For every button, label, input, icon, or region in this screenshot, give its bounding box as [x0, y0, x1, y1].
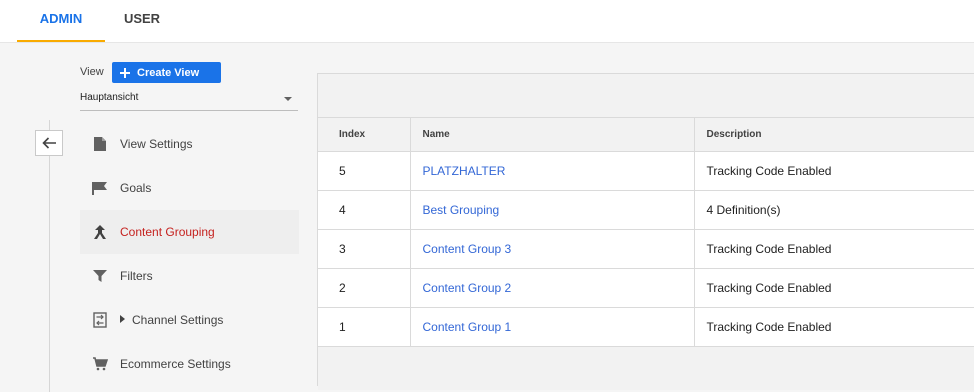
flag-icon: [80, 181, 120, 195]
chevron-down-icon: [284, 97, 292, 101]
grouping-name-link[interactable]: Content Group 2: [423, 281, 512, 295]
top-tab-bar: ADMIN USER: [0, 0, 974, 43]
menu-item-text: Channel Settings: [132, 313, 224, 327]
view-admin-menu: View Settings Goals Content Grouping Fil…: [80, 122, 299, 386]
menu-item-label: Content Grouping: [120, 225, 215, 239]
index-cell: 5: [318, 151, 410, 191]
content-grouping-icon: [80, 224, 120, 240]
tab-user[interactable]: USER: [112, 0, 172, 40]
column-header-name[interactable]: Name: [409, 118, 694, 152]
menu-item-label: Goals: [120, 181, 152, 195]
table-row: 1 Content Group 1 Tracking Code Enabled: [318, 307, 974, 347]
description-cell: 4 Definition(s): [693, 190, 974, 230]
description-cell: Tracking Code Enabled: [693, 229, 974, 269]
table-toolbar: [318, 74, 974, 118]
filter-icon: [80, 269, 120, 283]
expand-arrow-icon: [120, 315, 125, 323]
menu-item-filters[interactable]: Filters: [80, 254, 299, 298]
back-button[interactable]: [35, 130, 63, 156]
menu-item-label: Filters: [120, 269, 153, 283]
channel-settings-icon: [80, 312, 120, 328]
column-header-description[interactable]: Description: [693, 118, 974, 152]
tab-admin[interactable]: ADMIN: [17, 0, 105, 42]
menu-item-label: Ecommerce Settings: [120, 357, 231, 371]
index-cell: 3: [318, 229, 410, 269]
table-row: 2 Content Group 2 Tracking Code Enabled: [318, 268, 974, 308]
table-row: 4 Best Grouping 4 Definition(s): [318, 190, 974, 230]
table-header-row: Index Name Description: [318, 118, 974, 152]
plus-icon: [120, 67, 130, 78]
view-label: View: [80, 66, 104, 78]
cart-icon: [80, 357, 120, 371]
menu-item-label: Channel Settings: [120, 313, 223, 327]
nav-divider: [49, 120, 50, 392]
table-row: 5 PLATZHALTER Tracking Code Enabled: [318, 151, 974, 191]
index-cell: 4: [318, 190, 410, 230]
menu-item-goals[interactable]: Goals: [80, 166, 299, 210]
arrow-left-icon: [42, 137, 56, 149]
view-selector-value: Hauptansicht: [80, 92, 139, 103]
content-grouping-table: Index Name Description 5 PLATZHALTER Tra…: [318, 118, 974, 347]
description-cell: Tracking Code Enabled: [693, 151, 974, 191]
create-view-button[interactable]: Create View: [112, 62, 221, 83]
column-header-index[interactable]: Index: [318, 118, 410, 152]
document-icon: [80, 136, 120, 152]
grouping-name-link[interactable]: Content Group 1: [423, 320, 512, 334]
description-cell: Tracking Code Enabled: [693, 307, 974, 347]
table-row: 3 Content Group 3 Tracking Code Enabled: [318, 229, 974, 269]
grouping-name-link[interactable]: Best Grouping: [423, 203, 500, 217]
table-footer: [318, 347, 974, 390]
menu-item-view-settings[interactable]: View Settings: [80, 122, 299, 166]
menu-item-ecommerce-settings[interactable]: Ecommerce Settings: [80, 342, 299, 386]
grouping-name-link[interactable]: Content Group 3: [423, 242, 512, 256]
grouping-name-link[interactable]: PLATZHALTER: [423, 164, 506, 178]
create-view-label: Create View: [137, 66, 200, 79]
view-selector[interactable]: Hauptansicht: [80, 90, 298, 111]
index-cell: 2: [318, 268, 410, 308]
menu-item-content-grouping[interactable]: Content Grouping: [80, 210, 299, 254]
content-grouping-panel: Index Name Description 5 PLATZHALTER Tra…: [317, 73, 974, 390]
index-cell: 1: [318, 307, 410, 347]
description-cell: Tracking Code Enabled: [693, 268, 974, 308]
menu-item-channel-settings[interactable]: Channel Settings: [80, 298, 299, 342]
menu-item-label: View Settings: [120, 137, 193, 151]
